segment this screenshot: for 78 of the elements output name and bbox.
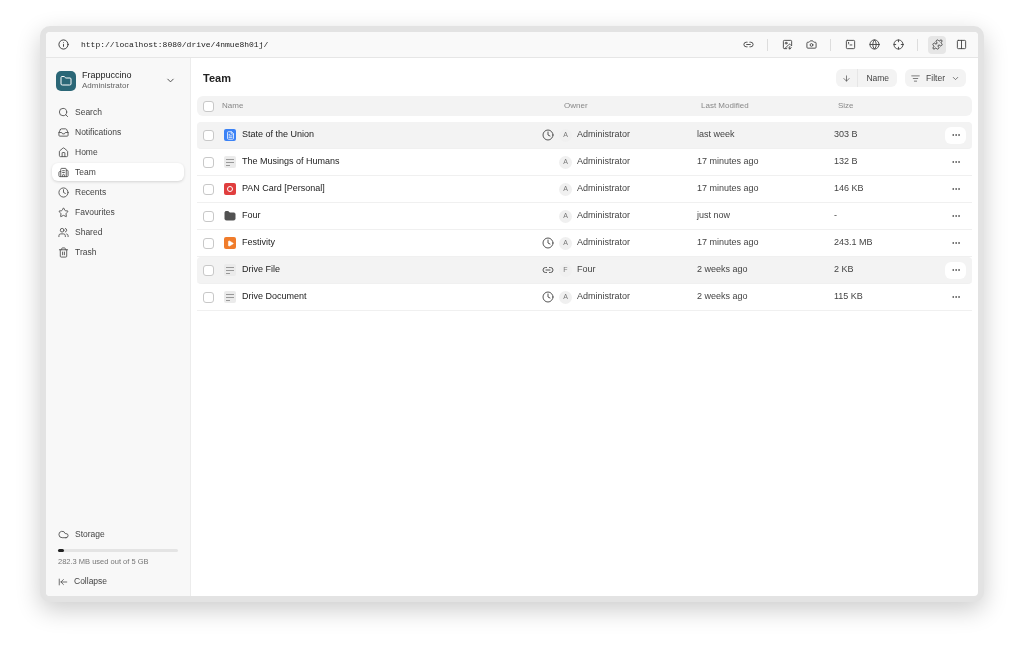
sort-button[interactable]: Name <box>836 69 898 87</box>
clock-icon <box>58 186 69 198</box>
home-icon <box>58 146 69 158</box>
file-size: 115 KB <box>834 290 864 304</box>
filter-button[interactable]: Filter <box>905 69 966 87</box>
checkbox[interactable] <box>203 100 214 112</box>
workspace-switcher[interactable]: Frappuccino Administrator <box>52 66 184 96</box>
text-file-icon <box>224 156 236 168</box>
owner-name: Administrator <box>577 128 631 142</box>
workspace-role: Administrator <box>82 81 131 92</box>
page-title: Team <box>203 70 231 86</box>
sidebar-item[interactable]: Team <box>52 163 184 182</box>
owner-name: Administrator <box>577 209 631 223</box>
users-icon <box>58 226 69 238</box>
video-icon <box>224 237 236 249</box>
folder-icon <box>224 210 236 222</box>
file-name: Festivity <box>242 236 276 250</box>
checkbox[interactable] <box>203 129 214 141</box>
checkbox[interactable] <box>203 237 214 249</box>
checkbox[interactable] <box>203 183 214 195</box>
sidebar-item[interactable]: Search <box>52 103 184 122</box>
modified-time: 2 weeks ago <box>697 290 749 304</box>
file-name: PAN Card [Personal] <box>242 182 326 196</box>
sidebar-item[interactable]: Favourites <box>52 203 184 222</box>
file-size: 146 KB <box>834 182 865 196</box>
filter-icon <box>911 73 921 83</box>
text-file-icon <box>224 264 236 276</box>
file-name: The Musings of Humans <box>242 155 341 169</box>
modified-time: just now <box>697 209 732 223</box>
folder-logo-icon <box>56 70 76 91</box>
sidebar-item[interactable]: Recents <box>52 183 184 202</box>
url-text[interactable]: http://localhost:8080/drive/4nmue8h01j/ <box>81 38 269 51</box>
modified-time: last week <box>697 128 736 142</box>
building-icon <box>58 166 69 178</box>
arrow-down-icon <box>842 73 852 83</box>
cloud-icon <box>58 529 69 541</box>
sidebar-item[interactable]: Home <box>52 143 184 162</box>
inbox-icon <box>58 126 69 138</box>
owner-name: Administrator <box>577 290 631 304</box>
checkbox[interactable] <box>203 291 214 303</box>
file-size: - <box>834 209 838 223</box>
modified-time: 17 minutes ago <box>697 182 760 196</box>
checkbox[interactable] <box>203 264 214 276</box>
info-icon[interactable] <box>58 39 69 50</box>
trash-icon <box>58 246 69 258</box>
storage-label: Storage <box>75 528 105 541</box>
document-icon <box>224 129 236 141</box>
file-name: Four <box>242 209 262 223</box>
checkbox[interactable] <box>203 156 214 168</box>
sidebar-item[interactable]: Notifications <box>52 123 184 142</box>
puzzle-icon[interactable] <box>928 35 946 54</box>
search-icon <box>58 106 69 118</box>
file-name: State of the Union <box>242 128 316 142</box>
modified-time: 17 minutes ago <box>697 155 760 169</box>
pdf-icon <box>224 183 236 195</box>
star-icon <box>58 206 69 218</box>
file-size: 132 B <box>834 155 859 169</box>
file-size: 2 KB <box>834 263 855 277</box>
more-button[interactable] <box>945 126 966 144</box>
workspace-name: Frappuccino <box>82 70 132 82</box>
collapse-button[interactable]: Collapse <box>58 575 178 588</box>
owner-name: Administrator <box>577 236 631 250</box>
sidebar-item[interactable]: Shared <box>52 223 184 242</box>
owner-name: Administrator <box>577 155 631 169</box>
owner-name: Four <box>577 263 597 277</box>
more-button[interactable] <box>945 261 966 279</box>
collapse-arrow-icon <box>58 576 68 587</box>
owner-name: Administrator <box>577 182 631 196</box>
file-size: 243.1 MB <box>834 236 874 250</box>
text-file-icon <box>224 291 236 303</box>
file-name: Drive File <box>242 263 281 277</box>
modified-time: 17 minutes ago <box>697 236 760 250</box>
file-name: Drive Document <box>242 290 308 304</box>
sidebar-item[interactable]: Trash <box>52 243 184 262</box>
checkbox[interactable] <box>203 210 214 222</box>
file-size: 303 B <box>834 128 859 142</box>
modified-time: 2 weeks ago <box>697 263 749 277</box>
column-header[interactable]: Last Modified <box>701 100 838 112</box>
